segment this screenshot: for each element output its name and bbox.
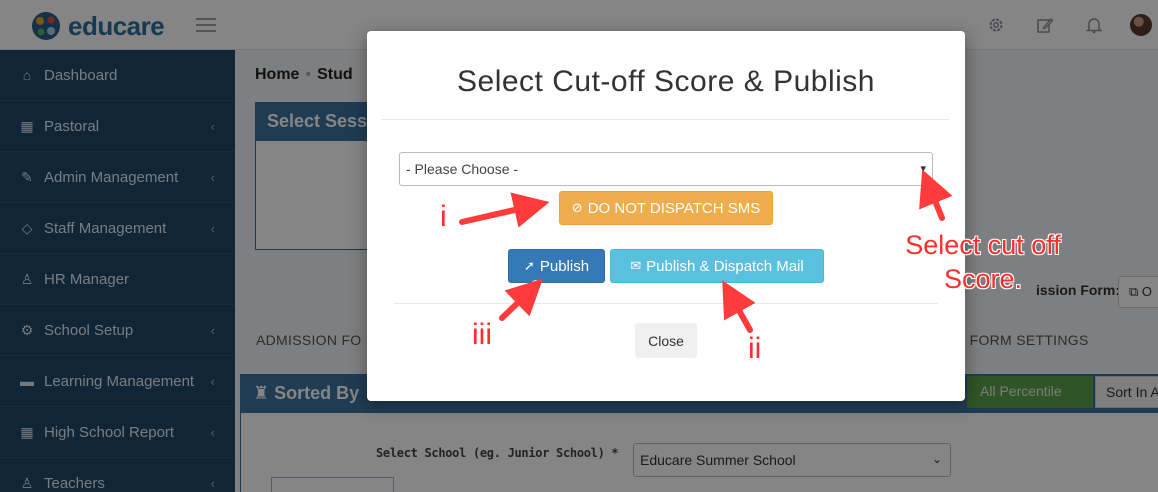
cutoff-score-select[interactable]: - Please Choose - ▾ <box>399 152 933 186</box>
publish-button[interactable]: ➚ Publish <box>508 249 605 283</box>
modal-title: Select Cut-off Score & Publish <box>457 65 875 98</box>
annotation-cutoff-note: Select cut off Score. <box>905 230 1061 294</box>
divider <box>394 303 938 304</box>
envelope-icon: ✉ <box>630 258 642 273</box>
annotation-ii: ii <box>748 332 762 365</box>
annotation-iii: iii <box>472 318 492 351</box>
rocket-icon: ➚ <box>523 258 535 273</box>
ban-icon: ⊘ <box>571 200 583 215</box>
annotation-i: i <box>440 200 447 233</box>
do-not-dispatch-sms-button[interactable]: ⊘ DO NOT DISPATCH SMS <box>559 191 773 225</box>
publish-dispatch-mail-button[interactable]: ✉ Publish & Dispatch Mail <box>610 249 824 283</box>
close-button[interactable]: Close <box>635 323 697 358</box>
divider <box>381 119 949 120</box>
publish-modal: Select Cut-off Score & Publish - Please … <box>367 31 965 401</box>
chevron-down-icon: ▾ <box>920 163 926 175</box>
